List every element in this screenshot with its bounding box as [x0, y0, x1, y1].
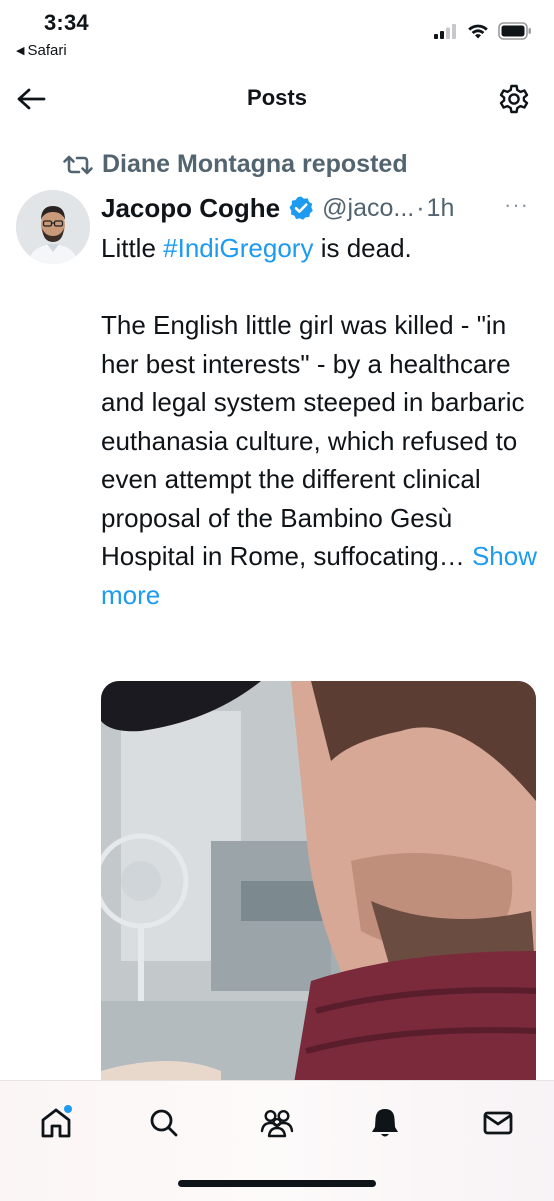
top-navigation-bar: Posts — [0, 68, 554, 130]
page-title: Posts — [247, 85, 307, 110]
hospital-photo — [101, 681, 536, 1101]
author-handle[interactable]: @jaco... — [322, 194, 414, 223]
separator-dot: · — [416, 193, 425, 222]
back-triangle-icon: ◀ — [16, 45, 25, 57]
tab-search[interactable] — [140, 1099, 188, 1147]
post-body-text: The English little girl was killed - "in… — [101, 310, 525, 571]
status-bar: 3:34 ◀ Safari — [0, 0, 554, 64]
first-line-suffix: is dead. — [313, 233, 412, 263]
author-name[interactable]: Jacopo Coghe — [101, 193, 280, 224]
repost-text[interactable]: Diane Montagna reposted — [102, 150, 408, 179]
tab-communities[interactable] — [253, 1099, 301, 1147]
more-options-button[interactable]: ··· — [504, 192, 529, 218]
status-icons — [434, 22, 532, 45]
search-icon — [150, 1109, 178, 1137]
repost-indicator: Diane Montagna reposted — [62, 150, 408, 179]
home-notification-dot — [64, 1105, 72, 1113]
bell-icon — [372, 1109, 398, 1137]
back-app-label: Safari — [27, 42, 67, 59]
communities-icon — [260, 1109, 294, 1138]
repost-icon — [63, 155, 93, 174]
wifi-icon — [466, 22, 490, 45]
first-line-prefix: Little — [101, 233, 164, 263]
post-media-image[interactable] — [101, 681, 536, 1101]
tab-messages[interactable] — [474, 1099, 522, 1147]
home-indicator — [178, 1180, 376, 1187]
post-text: Little #IndiGregory is dead. The English… — [101, 229, 541, 614]
status-time: 3:34 — [44, 10, 89, 35]
post-body: The English little girl was killed - "in… — [101, 306, 541, 614]
post-header: Jacopo Coghe @jaco... · 1h ··· — [101, 188, 541, 228]
hashtag-link[interactable]: #IndiGregory — [163, 233, 313, 263]
battery-icon — [498, 22, 532, 45]
verified-badge-icon — [288, 195, 314, 221]
back-to-app-link[interactable]: ◀ Safari — [16, 42, 67, 59]
post-first-line: Little #IndiGregory is dead. — [101, 229, 541, 268]
tab-notifications[interactable] — [361, 1099, 409, 1147]
post-timestamp[interactable]: 1h — [427, 194, 455, 223]
tab-home[interactable] — [32, 1099, 80, 1147]
author-avatar[interactable] — [16, 190, 90, 264]
gear-icon — [499, 84, 529, 114]
envelope-icon — [483, 1111, 513, 1135]
avatar-photo — [16, 190, 90, 264]
settings-button[interactable] — [496, 81, 532, 117]
cellular-signal-icon — [434, 23, 458, 44]
